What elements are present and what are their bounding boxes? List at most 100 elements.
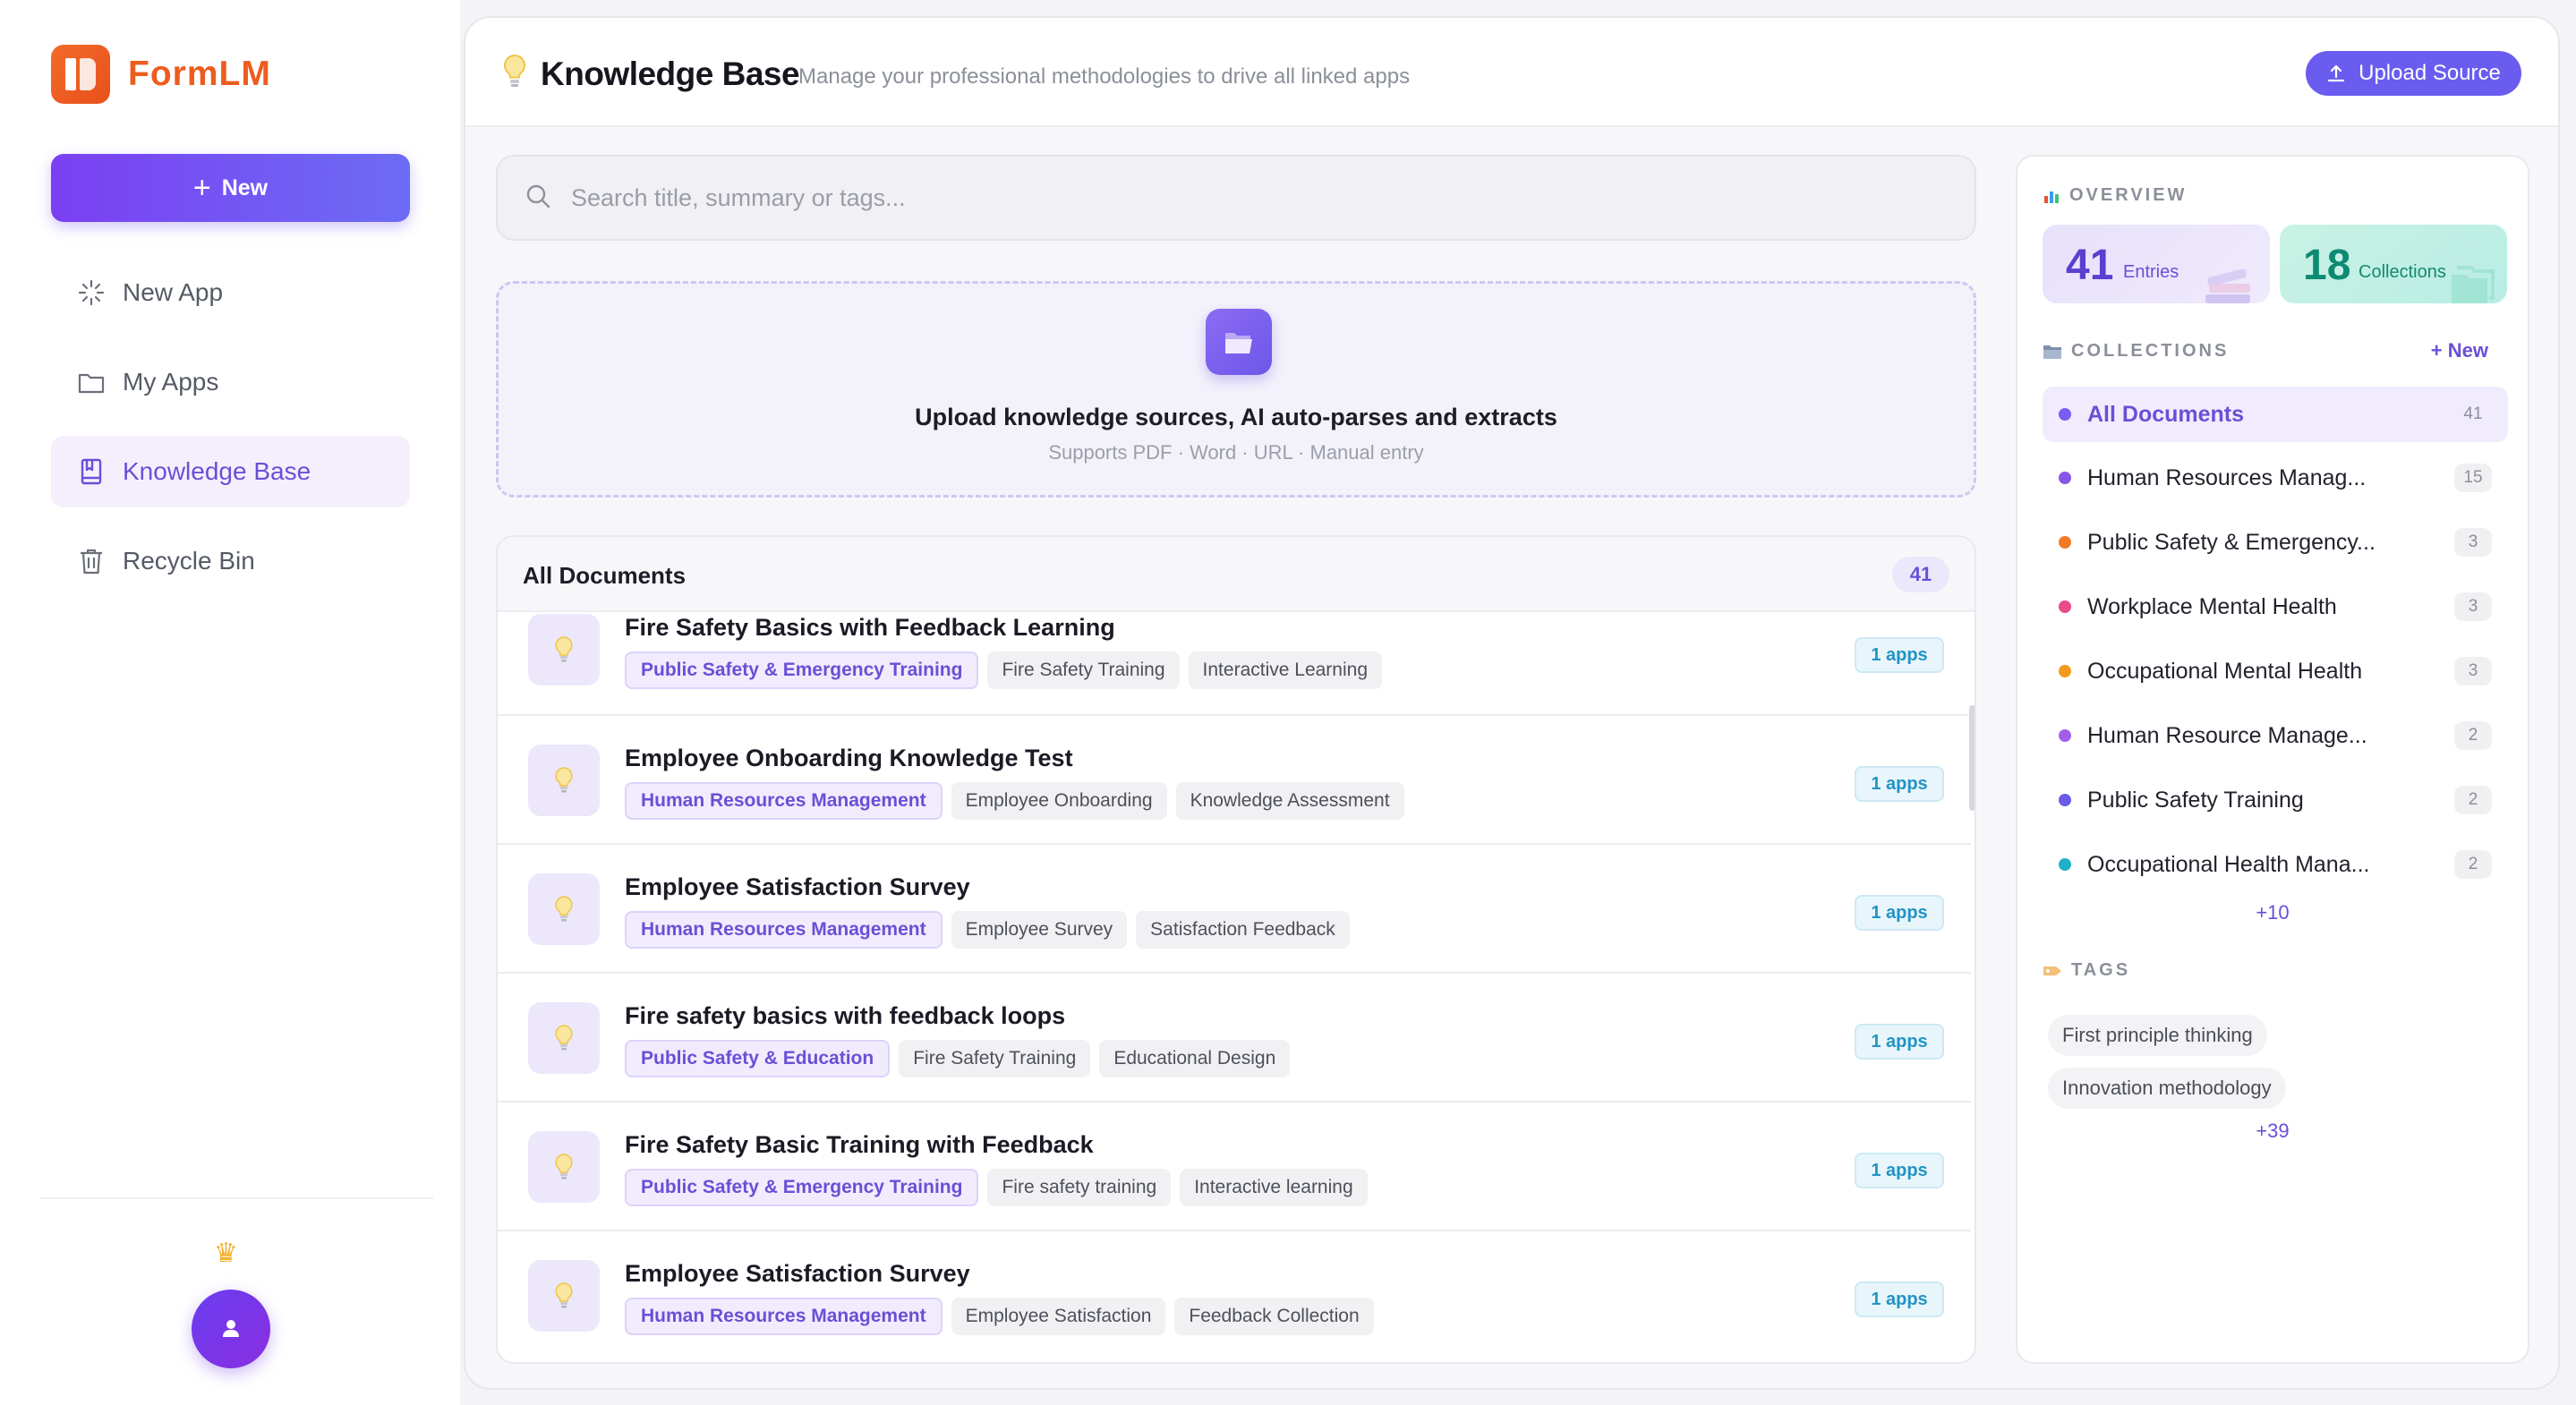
collection-tag[interactable]: Human Resources Management [625, 782, 943, 820]
collection-tag[interactable]: Public Safety & Emergency Training [625, 651, 979, 689]
apps-count-badge[interactable]: 1 apps [1855, 1282, 1944, 1317]
table-row[interactable]: Fire safety basics with feedback loops P… [498, 974, 1971, 1103]
sidebar-item-knowledge-base[interactable]: Knowledge Base [51, 436, 410, 507]
dropzone-subtitle: Supports PDF · Word · URL · Manual entry [1048, 441, 1424, 464]
new-collection-link[interactable]: + New [2431, 339, 2488, 362]
app-name: FormLM [128, 55, 271, 93]
sidebar-item-label: Recycle Bin [123, 547, 255, 575]
sidebar-item-my-apps[interactable]: My Apps [51, 346, 410, 418]
search-bar[interactable] [496, 155, 1976, 241]
tag[interactable]: Feedback Collection [1174, 1298, 1374, 1335]
upload-source-label: Upload Source [2358, 61, 2501, 85]
lightbulb-icon [501, 54, 528, 94]
book-icon [76, 456, 107, 487]
trash-icon [76, 546, 107, 576]
apps-count-badge[interactable]: 1 apps [1855, 637, 1944, 673]
document-title[interactable]: Employee Satisfaction Survey [625, 873, 970, 901]
collection-name: All Documents [2087, 401, 2245, 427]
collection-tag[interactable]: Public Safety & Education [625, 1040, 891, 1077]
crown-icon: ♛ [214, 1239, 238, 1268]
app-logo[interactable]: FormLM [51, 45, 271, 104]
tag[interactable]: Employee Satisfaction [951, 1298, 1166, 1335]
scrollbar-thumb[interactable] [1969, 705, 1975, 811]
lightbulb-icon [528, 1260, 600, 1332]
formlm-logo-icon [51, 45, 110, 104]
table-row[interactable]: Employee Satisfaction Survey Human Resou… [498, 845, 1971, 974]
document-title[interactable]: Employee Onboarding Knowledge Test [625, 745, 1073, 772]
apps-count-badge[interactable]: 1 apps [1855, 1153, 1944, 1188]
tag[interactable]: Fire Safety Training [899, 1040, 1091, 1077]
sidebar-item-new-app[interactable]: New App [51, 257, 410, 328]
tag[interactable]: Fire Safety Training [987, 651, 1180, 689]
apps-count-badge[interactable]: 1 apps [1855, 895, 1944, 931]
tag[interactable]: Interactive Learning [1188, 651, 1382, 689]
table-row[interactable]: Employee Satisfaction Survey Human Resou… [498, 1231, 1971, 1360]
search-input[interactable] [571, 183, 1914, 212]
document-tags: Public Safety & Emergency Training Fire … [625, 1169, 1368, 1206]
collection-item[interactable]: Human Resource Manage... 2 [2043, 708, 2508, 763]
collection-tag[interactable]: Public Safety & Emergency Training [625, 1169, 979, 1206]
sidebar: FormLM + New New App My Apps Knowledge B… [0, 0, 460, 1405]
tag[interactable]: Employee Onboarding [951, 782, 1167, 820]
tags-label-heading: TAGS [2043, 960, 2130, 981]
more-tags-link[interactable]: +39 [2017, 1120, 2528, 1143]
collection-count: 2 [2454, 721, 2492, 750]
collection-item[interactable]: Workplace Mental Health 3 [2043, 579, 2508, 634]
collection-tag[interactable]: Human Resources Management [625, 911, 943, 949]
more-collections-link[interactable]: +10 [2017, 901, 2528, 924]
collection-color-dot [2059, 472, 2071, 484]
collection-item-all-documents[interactable]: All Documents 41 [2043, 387, 2508, 442]
collection-item[interactable]: Occupational Health Mana... 2 [2043, 837, 2508, 892]
document-title[interactable]: Fire Safety Basics with Feedback Learnin… [625, 614, 1115, 642]
overview-panel: OVERVIEW 41 Entries 18 Collections COLLE… [2016, 155, 2529, 1364]
collection-color-dot [2059, 600, 2071, 613]
lightbulb-icon [528, 873, 600, 945]
table-row[interactable]: Fire Safety Basic Training with Feedback… [498, 1103, 1971, 1231]
page-subtitle: Manage your professional methodologies t… [798, 64, 1411, 89]
document-title[interactable]: Employee Satisfaction Survey [625, 1260, 970, 1288]
new-button-label: New [221, 175, 269, 200]
tag[interactable]: Satisfaction Feedback [1136, 911, 1350, 949]
tag-icon [2043, 964, 2062, 978]
collection-count: 2 [2454, 786, 2492, 814]
document-title[interactable]: Fire Safety Basic Training with Feedback [625, 1131, 1094, 1159]
tag[interactable]: Interactive learning [1180, 1169, 1368, 1206]
collection-item[interactable]: Human Resources Manag... 15 [2043, 450, 2508, 506]
collection-name: Occupational Health Mana... [2087, 851, 2370, 877]
lightbulb-icon [528, 614, 600, 685]
upload-source-button[interactable]: Upload Source [2306, 51, 2521, 96]
document-title[interactable]: Fire safety basics with feedback loops [625, 1002, 1065, 1030]
entries-label: Entries [2123, 262, 2179, 282]
collection-name: Public Safety & Emergency... [2087, 529, 2376, 555]
collection-item[interactable]: Occupational Mental Health 3 [2043, 643, 2508, 699]
new-button[interactable]: + New [51, 154, 410, 222]
table-row[interactable]: Employee Onboarding Knowledge Test Human… [498, 716, 1971, 845]
table-row[interactable]: Fire Safety Basics with Feedback Learnin… [498, 614, 1971, 716]
collection-tag[interactable]: Human Resources Management [625, 1298, 943, 1335]
tag[interactable]: Knowledge Assessment [1175, 782, 1404, 820]
tag-chip[interactable]: First principle thinking [2048, 1015, 2267, 1056]
document-tags: Public Safety & Education Fire Safety Tr… [625, 1040, 1291, 1077]
avatar[interactable] [192, 1290, 270, 1368]
collection-count: 3 [2454, 592, 2492, 621]
entries-count: 41 [2066, 242, 2114, 289]
sidebar-item-recycle-bin[interactable]: Recycle Bin [51, 525, 410, 597]
tag[interactable]: Educational Design [1099, 1040, 1291, 1077]
apps-count-badge[interactable]: 1 apps [1855, 766, 1944, 802]
collection-color-dot [2059, 729, 2071, 742]
tag[interactable]: Fire safety training [987, 1169, 1172, 1206]
upload-dropzone[interactable]: Upload knowledge sources, AI auto-parses… [496, 281, 1976, 498]
tag-chip[interactable]: Innovation methodology [2048, 1068, 2286, 1109]
collection-item[interactable]: Public Safety Training 2 [2043, 772, 2508, 828]
user-icon [223, 1320, 239, 1337]
upload-icon [2326, 64, 2346, 83]
bar-chart-icon [2043, 187, 2060, 205]
apps-count-badge[interactable]: 1 apps [1855, 1024, 1944, 1060]
collections-count: 18 [2303, 242, 2351, 289]
collections-label: Collections [2358, 262, 2446, 282]
tag[interactable]: Employee Survey [951, 911, 1128, 949]
collection-item[interactable]: Public Safety & Emergency... 3 [2043, 515, 2508, 570]
sidebar-item-label: New App [123, 278, 224, 306]
collection-count: 3 [2454, 528, 2492, 557]
documents-list[interactable]: Fire Safety Basics with Feedback Learnin… [498, 614, 1971, 1362]
